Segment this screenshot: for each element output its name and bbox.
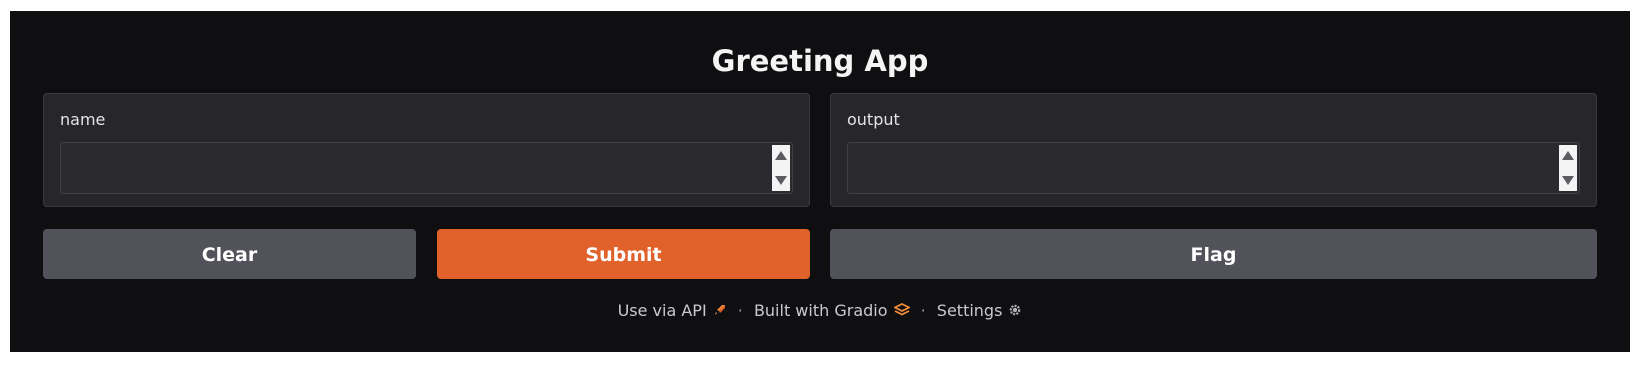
- footer-separator: ·: [920, 301, 926, 320]
- flag-button[interactable]: Flag: [830, 229, 1597, 279]
- name-panel: name: [43, 93, 810, 207]
- gear-icon: [1008, 301, 1022, 323]
- output-panel: output: [830, 93, 1597, 207]
- footer: Use via API · Built with Gradio · Settin…: [10, 300, 1630, 323]
- settings-label: Settings: [936, 301, 1003, 320]
- scroll-down-icon[interactable]: [1562, 176, 1574, 185]
- name-field[interactable]: [60, 142, 793, 194]
- output-textbox[interactable]: [848, 143, 1579, 193]
- footer-separator: ·: [737, 301, 743, 320]
- settings-link[interactable]: Settings: [937, 301, 1023, 320]
- scroll-up-icon[interactable]: [1562, 151, 1574, 160]
- output-label: output: [847, 110, 900, 129]
- clear-button[interactable]: Clear: [43, 229, 416, 279]
- use-via-api-label: Use via API: [617, 301, 707, 320]
- scroll-up-icon[interactable]: [775, 151, 787, 160]
- submit-button[interactable]: Submit: [437, 229, 810, 279]
- built-with-gradio-label: Built with Gradio: [753, 301, 888, 320]
- output-field[interactable]: [847, 142, 1580, 194]
- gradio-logo-icon: [892, 301, 911, 323]
- rocket-icon: [713, 301, 727, 323]
- use-via-api-link[interactable]: Use via API: [618, 301, 732, 320]
- scroll-down-icon[interactable]: [775, 176, 787, 185]
- app-container: Greeting App name output Clear Submit Fl…: [10, 11, 1630, 352]
- name-input[interactable]: [61, 143, 792, 193]
- built-with-gradio-link[interactable]: Built with Gradio: [754, 301, 915, 320]
- output-spinner[interactable]: [1559, 145, 1577, 191]
- app-title: Greeting App: [711, 44, 929, 78]
- name-label: name: [60, 110, 106, 129]
- name-spinner[interactable]: [772, 145, 790, 191]
